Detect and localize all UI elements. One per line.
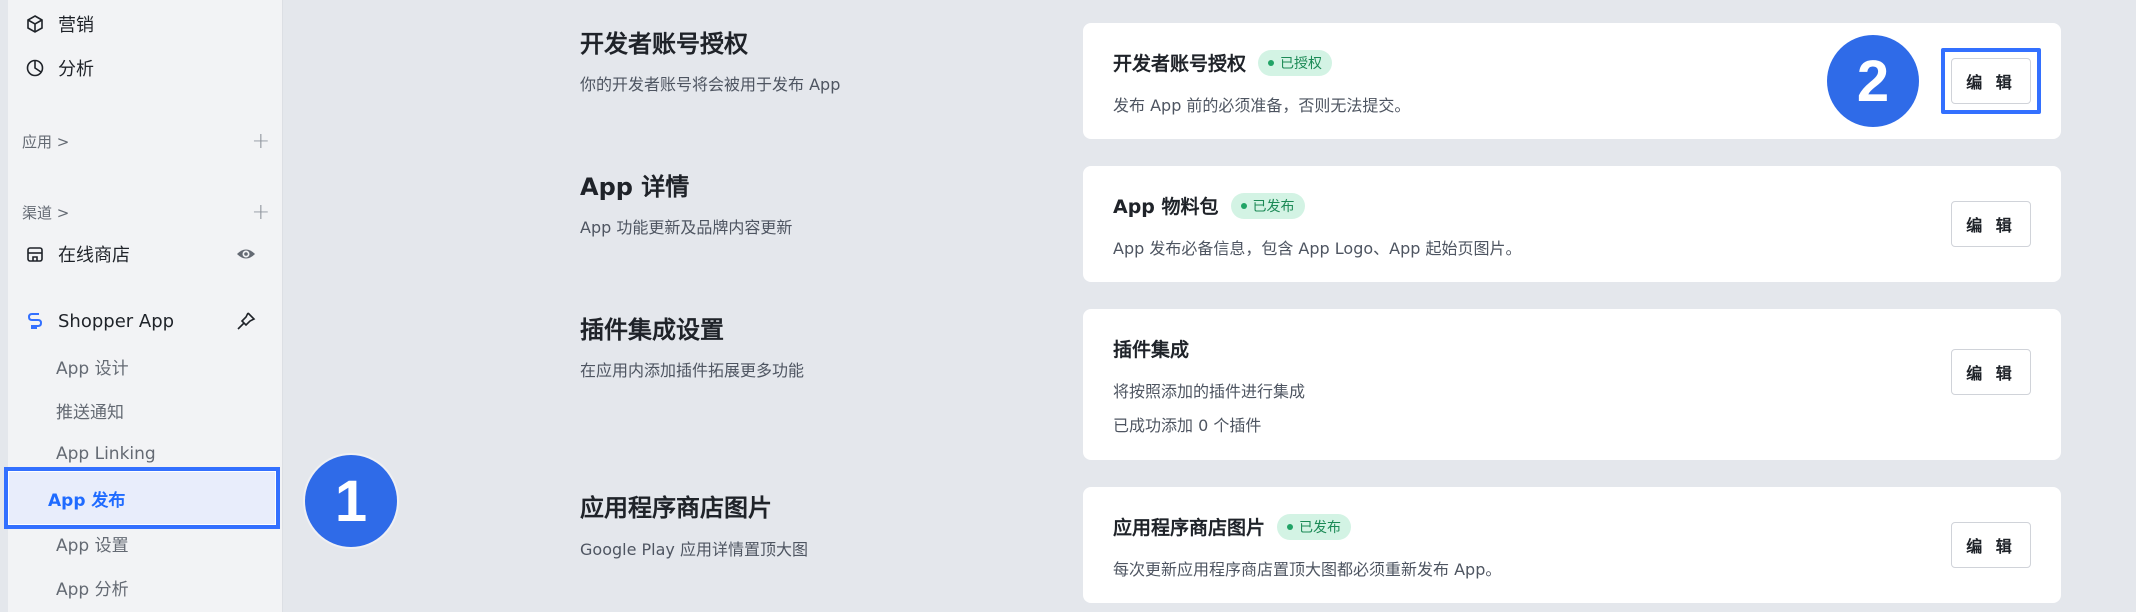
sidebar-sub-app-analytics[interactable]: App 分析 [56, 567, 129, 607]
section-description: 你的开发者账号将会被用于发布 App [580, 75, 841, 94]
sidebar-item-online-store[interactable]: 在线商店 [8, 232, 283, 276]
step-1-badge: 1 [305, 455, 397, 547]
status-badge: 已发布 [1277, 513, 1352, 540]
sidebar-item-label: 营销 [58, 15, 94, 36]
section-title: 开发者账号授权 [580, 30, 748, 58]
sidebar-section-apps[interactable]: 应用 > + [22, 126, 270, 156]
card-store-images: 应用程序商店图片 已发布 每次更新应用程序商店置顶大图都必须重新发布 App。 … [1083, 487, 2061, 603]
edit-button-highlight [1941, 48, 2041, 114]
cube-icon [24, 13, 46, 35]
status-badge: 已授权 [1258, 49, 1333, 76]
status-badge-text: 已授权 [1280, 55, 1323, 72]
card-title: 开发者账号授权 已授权 [1113, 49, 1333, 76]
card-title: App 物料包 已发布 [1113, 192, 1305, 219]
status-badge-text: 已发布 [1252, 198, 1295, 215]
status-badge: 已发布 [1230, 192, 1305, 219]
add-app-button[interactable]: + [252, 129, 270, 154]
active-item-highlight [4, 467, 280, 529]
card-description: 发布 App 前的必须准备，否则无法提交。 [1113, 96, 1411, 115]
sidebar-item-marketing[interactable]: 营销 [8, 2, 283, 46]
sidebar-sub-app-settings[interactable]: App 设置 [56, 523, 129, 563]
section-description: 在应用内添加插件拓展更多功能 [580, 361, 805, 380]
sidebar-sub-push-notifications[interactable]: 推送通知 [56, 390, 124, 430]
status-dot [1240, 202, 1247, 209]
card-title-text: App 物料包 [1113, 196, 1219, 218]
eye-icon[interactable] [235, 243, 257, 265]
status-dot [1268, 59, 1275, 66]
edit-button[interactable]: 编 辑 [1951, 349, 2031, 395]
section-title: 应用程序商店图片 [580, 494, 772, 522]
sidebar-item-label: Shopper App [58, 310, 175, 332]
edit-button[interactable]: 编 辑 [1951, 522, 2031, 568]
card-description: App 发布必备信息，包含 App Logo、App 起始页图片。 [1113, 239, 1522, 258]
sidebar-item-label: 在线商店 [58, 245, 130, 266]
pin-icon[interactable] [235, 310, 257, 332]
sidebar-section-channels[interactable]: 渠道 > + [22, 197, 270, 227]
sidebar-sub-app-publish[interactable]: App 发布 [48, 480, 125, 516]
status-badge-text: 已发布 [1299, 519, 1342, 536]
card-plugin-count: 已成功添加 0 个插件 [1113, 416, 1262, 435]
section-title: App 详情 [580, 173, 690, 201]
card-description: 将按照添加的插件进行集成 [1113, 382, 1306, 401]
section-label: 应用 > [22, 132, 70, 151]
sidebar-item-analytics[interactable]: 分析 [8, 46, 283, 90]
card-title-text: 开发者账号授权 [1113, 53, 1247, 75]
card-title: 插件集成 [1113, 335, 1189, 362]
step-2-badge: 2 [1827, 35, 1919, 127]
pie-chart-icon [24, 57, 46, 79]
sidebar-sub-app-design[interactable]: App 设计 [56, 346, 129, 386]
sidebar-item-label: 分析 [58, 59, 94, 80]
card-app-assets: App 物料包 已发布 App 发布必备信息，包含 App Logo、App 起… [1083, 166, 2061, 282]
card-title-text: 应用程序商店图片 [1113, 517, 1266, 539]
card-title: 应用程序商店图片 已发布 [1113, 513, 1352, 540]
section-label: 渠道 > [22, 203, 70, 222]
add-channel-button[interactable]: + [252, 200, 270, 225]
edit-button[interactable]: 编 辑 [1951, 201, 2031, 247]
section-title: 插件集成设置 [580, 316, 724, 344]
card-plugin-integration: 插件集成 将按照添加的插件进行集成 已成功添加 0 个插件 编 辑 [1083, 309, 2061, 460]
card-title-text: 插件集成 [1113, 339, 1190, 361]
section-description: Google Play 应用详情置顶大图 [580, 540, 808, 559]
status-dot [1287, 523, 1294, 530]
sidebar-item-shopper-app[interactable]: Shopper App [8, 299, 283, 343]
card-description: 每次更新应用程序商店置顶大图都必须重新发布 App。 [1113, 560, 1502, 579]
app-logo-icon [24, 310, 46, 332]
section-description: App 功能更新及品牌内容更新 [580, 218, 793, 237]
store-icon [24, 243, 46, 265]
